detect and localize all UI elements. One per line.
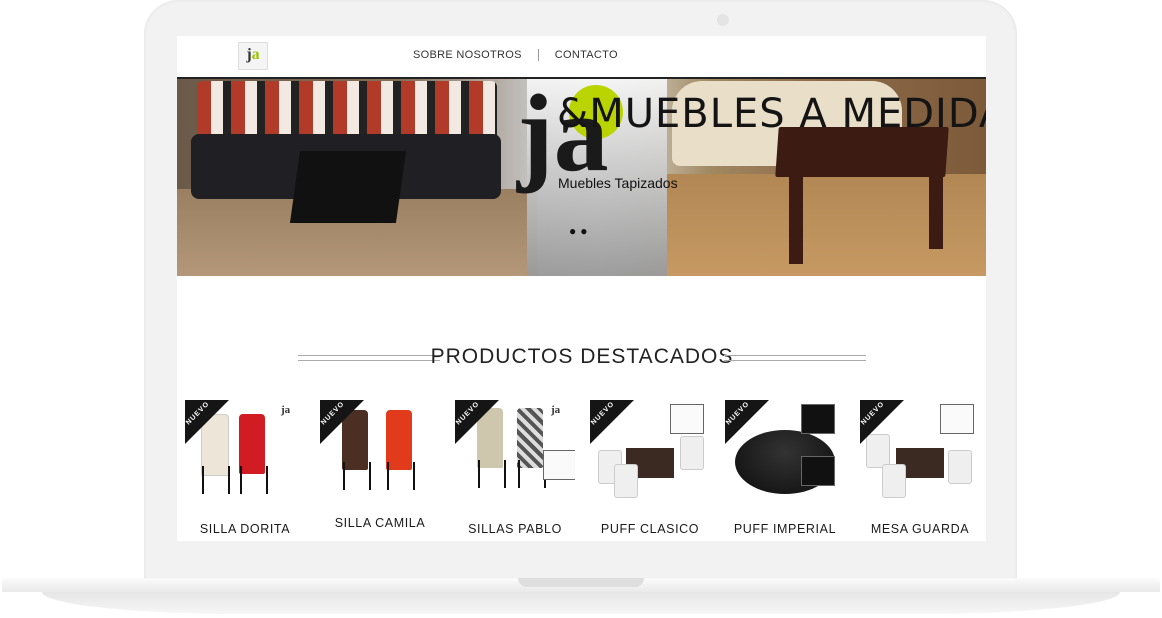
nav-sobre-nosotros[interactable]: SOBRE NOSOTROS — [413, 49, 522, 61]
red-chair-image — [239, 414, 265, 474]
product-image[interactable]: NUEVO — [725, 400, 845, 500]
hero-subtitle: Muebles Tapizados — [558, 175, 678, 191]
logo-a: a — [251, 46, 260, 63]
featured-section-header: PRODUCTOS DESTACADOS — [298, 345, 866, 373]
inset-chair-image — [543, 450, 575, 480]
white-puff-image — [882, 464, 906, 498]
site-header: ja SOBRE NOSOTROS CONTACTO — [177, 36, 986, 79]
product-card[interactable]: ja NUEVO SILLAS PABLO — [455, 400, 575, 541]
product-name[interactable]: SILLAS PABLO — [445, 522, 585, 536]
chair-legs — [202, 466, 230, 494]
chair-legs — [240, 466, 268, 494]
product-image[interactable]: NUEVO — [590, 400, 710, 500]
nav-contacto[interactable]: CONTACTO — [555, 49, 618, 61]
title-rule-right — [724, 355, 866, 361]
chair-legs — [343, 462, 371, 490]
product-name[interactable]: PUFF IMPERIAL — [715, 522, 855, 536]
website-screen: ja SOBRE NOSOTROS CONTACTO ja ●● &MUEBLE… — [177, 36, 986, 541]
product-image[interactable]: ja NUEVO — [455, 400, 575, 500]
patterned-chair-image — [517, 408, 543, 468]
laptop-base-bottom — [42, 592, 1120, 614]
white-puff-image — [948, 450, 972, 484]
orange-chair-image — [386, 410, 412, 470]
product-name[interactable]: SILLA DORITA — [177, 522, 315, 536]
product-name[interactable]: MESA GUARDA — [850, 522, 986, 536]
site-logo[interactable]: ja — [238, 42, 268, 70]
inset-product-image — [670, 404, 704, 434]
inset-puff-image — [801, 404, 835, 434]
wood-table-leg — [929, 174, 943, 249]
inset-puff-image — [801, 456, 835, 486]
chair-legs — [387, 462, 415, 490]
product-card[interactable]: NUEVO PUFF CLASICO — [590, 400, 710, 541]
product-card[interactable]: NUEVO MESA GUARDA — [860, 400, 980, 541]
hero-banner[interactable]: ja ●● &MUEBLES A MEDIDA Muebles Tapizado… — [177, 79, 986, 276]
inset-product-image — [940, 404, 974, 434]
product-name[interactable]: SILLA CAMILA — [310, 516, 450, 530]
product-image[interactable]: NUEVO — [860, 400, 980, 500]
chair-legs — [518, 460, 546, 488]
product-grid: ja NUEVO SILLA DORITA NUEVO SILLA CAMILA — [185, 400, 985, 541]
brand-mark: ja — [281, 404, 291, 416]
laptop-base — [2, 578, 1160, 616]
product-card[interactable]: NUEVO SILLA CAMILA — [320, 400, 440, 541]
camera-dot — [717, 14, 729, 26]
product-card[interactable]: ja NUEVO SILLA DORITA — [185, 400, 305, 541]
chair-legs — [478, 460, 506, 488]
product-name[interactable]: PUFF CLASICO — [580, 522, 720, 536]
laptop-base-notch — [518, 578, 644, 587]
product-card[interactable]: NUEVO PUFF IMPERIAL — [725, 400, 845, 541]
hero-title: &MUEBLES A MEDIDA — [557, 91, 986, 137]
black-coffee-table-image — [289, 151, 407, 223]
brand-mark: ja — [551, 404, 561, 416]
white-puff-image — [680, 436, 704, 470]
white-puff-image — [614, 464, 638, 498]
wood-table-leg — [789, 174, 803, 264]
hero-eyes-icon: ●● — [569, 224, 592, 238]
product-image[interactable]: NUEVO — [320, 400, 440, 500]
nav-separator — [537, 49, 539, 61]
striped-sofa-image — [197, 81, 497, 141]
main-nav: SOBRE NOSOTROS CONTACTO — [413, 49, 618, 61]
product-image[interactable]: ja NUEVO — [185, 400, 305, 500]
